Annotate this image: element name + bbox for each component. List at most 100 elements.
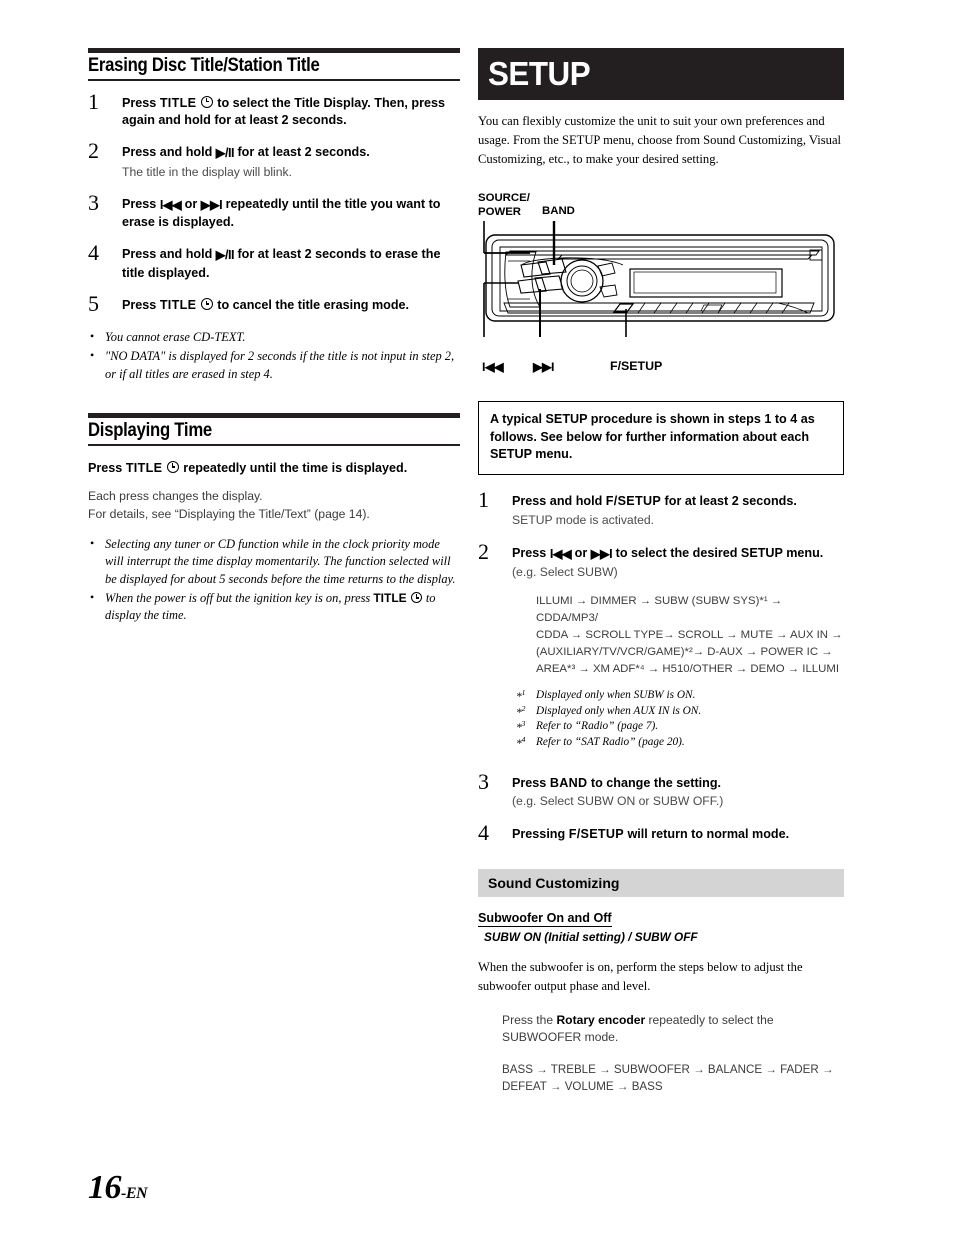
subwoofer-body-text: When the subwoofer is on, perform the st… [478,960,803,994]
lead-pre: Press [88,460,126,475]
step-number: 2 [478,538,489,564]
step-body: Press I◀◀ or ▶▶I to select the desired S… [512,545,844,563]
step-item: 4 Pressing F/SETUP will return to normal… [478,821,844,843]
step-number: 1 [478,487,489,513]
page-number: 16-EN [88,1169,148,1207]
step-item: 3 Press I◀◀ or ▶▶I repeatedly until the … [88,191,460,232]
step-text-pre: Press and hold [122,247,216,262]
header-rule-bottom [88,444,460,446]
footnote-text: Displayed only when SUBW is ON. [536,689,696,702]
chain-line: DEFEAT → VOLUME → BASS [502,1080,663,1094]
note-item: Selecting any tuner or CD function while… [88,535,460,589]
label-source-power: SOURCE/ POWER [478,191,530,220]
key-label: F/SETUP [605,494,662,509]
footnote-text: Refer to “SAT Radio” (page 20). [536,735,685,748]
step-text-mid: or [571,545,591,560]
step-number: 4 [478,819,489,845]
header-rule-top [88,413,460,419]
displaying-time-detail: Each press changes the display. For deta… [88,488,460,523]
note-item: "NO DATA" is displayed for 2 seconds if … [88,347,460,383]
page-number-suffix: -EN [121,1185,148,1202]
step-text-pre: Press and hold [122,145,216,160]
page-number-value: 16 [88,1169,122,1206]
step-body: Press TITLE to select the Title Display.… [122,95,460,130]
step-text-pre: Press and hold [512,494,606,509]
step-number: 3 [88,189,99,215]
step-text-post: for at least 2 seconds. [661,494,797,509]
label-power: POWER [478,205,522,218]
footnote-item: *4 Refer to “SAT Radio” (page 20). [516,735,844,751]
subwoofer-heading-wrap: Subwoofer On and Off [478,897,844,928]
step-item: 5 Press TITLE to cancel the title erasin… [88,293,460,315]
footnote-marker: *4 [516,734,526,750]
step-text-post: to change the setting. [587,775,722,790]
diagram-top-labels: SOURCE/ POWER BAND [478,191,844,221]
step-item: 4 Press and hold ▶/II for at least 2 sec… [88,242,460,282]
step-body: Pressing F/SETUP will return to normal m… [512,826,844,843]
step-text-pre: Press [122,95,160,110]
step-number: 2 [88,138,99,164]
notes-displaying-time: Selecting any tuner or CD function while… [88,535,460,625]
sound-mode-chain: BASS → TREBLE → SUBWOOFER → BALANCE → FA… [502,1061,844,1096]
clock-icon [200,95,213,108]
step-number: 4 [88,240,99,266]
note-item: When the power is off but the ignition k… [88,589,460,625]
step-body: Press I◀◀ or ▶▶I repeatedly until the ti… [122,196,460,232]
key-label: Rotary encoder [556,1012,646,1027]
section-header-erasing-title: Erasing Disc Title/Station Title [88,48,460,81]
step-text-post: to cancel the title erasing mode. [213,298,410,313]
subwoofer-setting-values: SUBW ON (Initial setting) / SUBW OFF [484,930,698,945]
step-text-post: for at least 2 seconds. [233,145,370,160]
step-body: Press TITLE to cancel the title erasing … [122,297,460,314]
chain-line: (AUXILIARY/TV/VCR/GAME)*²→ D-AUX → POWER… [536,646,833,659]
subwoofer-heading: Subwoofer On and Off [478,911,612,928]
setup-procedure-note: A typical SETUP procedure is shown in st… [478,400,844,476]
step-subtext: (e.g. Select SUBW) [512,564,618,579]
step-item: 1 Press TITLE to select the Title Displa… [88,90,460,130]
chain-line: BASS → TREBLE → SUBWOOFER → BALANCE → FA… [502,1062,834,1076]
step-subtext: The title in the display will blink. [122,164,293,179]
chapter-title-bar: SETUP [478,48,844,100]
header-rule-bottom [88,79,460,81]
steps-list-erasing: 1 Press TITLE to select the Title Displa… [88,90,460,315]
note-pre: When the power is off but the ignition k… [105,590,374,605]
right-column: SETUP You can flexibly customize the uni… [478,48,844,1096]
play-pause-icon: ▶/II [215,248,235,263]
left-column: Erasing Disc Title/Station Title 1 Press… [88,48,460,626]
next-track-icon: ▶▶I [590,546,613,561]
diagram-bottom-labels: I◀◀ ▶▶I F/SETUP [478,359,844,379]
chapter-intro: You can flexibly customize the unit to s… [478,114,842,166]
key-label: TITLE [159,298,197,313]
manual-page: Erasing Disc Title/Station Title 1 Press… [0,0,954,1235]
key-label: BAND [549,775,588,790]
clock-icon [410,591,422,603]
key-label: TITLE [159,95,197,110]
chapter-title: SETUP [488,55,591,92]
footnote-item: *3 Refer to “Radio” (page 7). [516,719,844,735]
detail-line-1: Each press changes the display. [88,489,263,504]
setup-menu-chain: ILLUMI → DIMMER → SUBW (SUBW SYS)*¹ → CD… [536,593,844,679]
step-subtext: SETUP mode is activated. [512,512,655,527]
label-f-setup: F/SETUP [610,358,663,373]
step-item: 2 Press and hold ▶/II for at least 2 sec… [88,140,460,180]
lead-post: repeatedly until the time is displayed. [179,460,408,475]
head-unit-diagram [478,220,844,359]
step-subtext: (e.g. Select SUBW ON or SUBW OFF.) [512,793,724,808]
step-item: 1 Press and hold F/SETUP for at least 2 … [478,489,844,528]
key-label: F/SETUP [568,826,624,841]
section-header-displaying-time: Displaying Time [88,413,460,446]
step-text-pre: Press [512,545,550,560]
setup-steps-list: 1 Press and hold F/SETUP for at least 2 … [478,489,844,843]
step-text-pre: Press [122,196,160,211]
label-prev-track: I◀◀ [482,359,504,374]
step-number: 1 [88,88,99,114]
footnote-item: *1 Displayed only when SUBW is ON. [516,688,844,704]
prev-track-icon: I◀◀ [549,546,572,561]
instruction-pre: Press the [502,1012,557,1027]
footnote-text: Displayed only when AUX IN is ON. [536,704,702,717]
step-body: Press and hold ▶/II for at least 2 secon… [122,246,460,282]
step-text-pre: Pressing [512,826,569,841]
chain-line: AREA*³ → XM ADF*⁴ → H510/OTHER → DEMO → … [536,663,840,676]
displaying-time-lead: Press TITLE repeatedly until the time is… [88,460,460,478]
clock-icon [166,460,179,473]
